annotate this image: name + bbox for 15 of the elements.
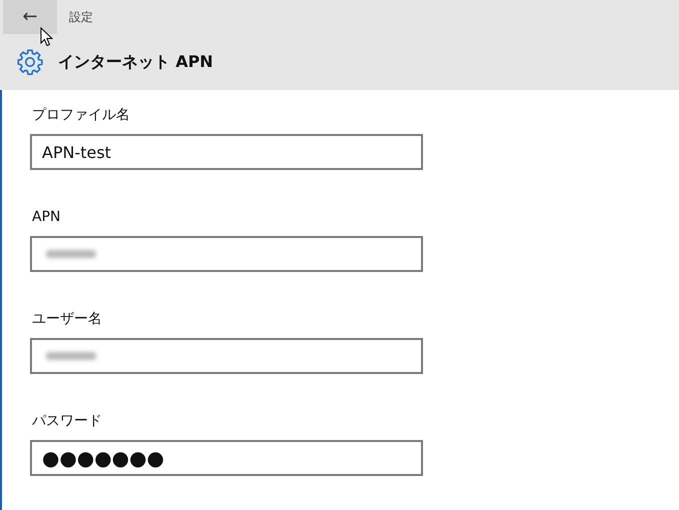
field-label: APN xyxy=(32,208,62,226)
field-label: ユーザー名 xyxy=(32,310,103,328)
window-title: 設定 xyxy=(69,9,93,26)
blurred-value xyxy=(46,352,96,360)
field-label: パスワード xyxy=(32,412,103,430)
input-field[interactable] xyxy=(30,338,423,374)
field-label: プロファイル名 xyxy=(32,106,131,124)
input-field[interactable] xyxy=(30,236,423,272)
back-button[interactable]: ← xyxy=(3,0,57,34)
gear-icon xyxy=(16,48,44,76)
password-field[interactable]: ●●●●●●● xyxy=(30,440,423,476)
page-title: インターネット APN xyxy=(58,51,214,73)
cursor-icon xyxy=(40,27,53,47)
blurred-value xyxy=(46,250,96,258)
input-field[interactable]: APN-test xyxy=(30,134,423,170)
